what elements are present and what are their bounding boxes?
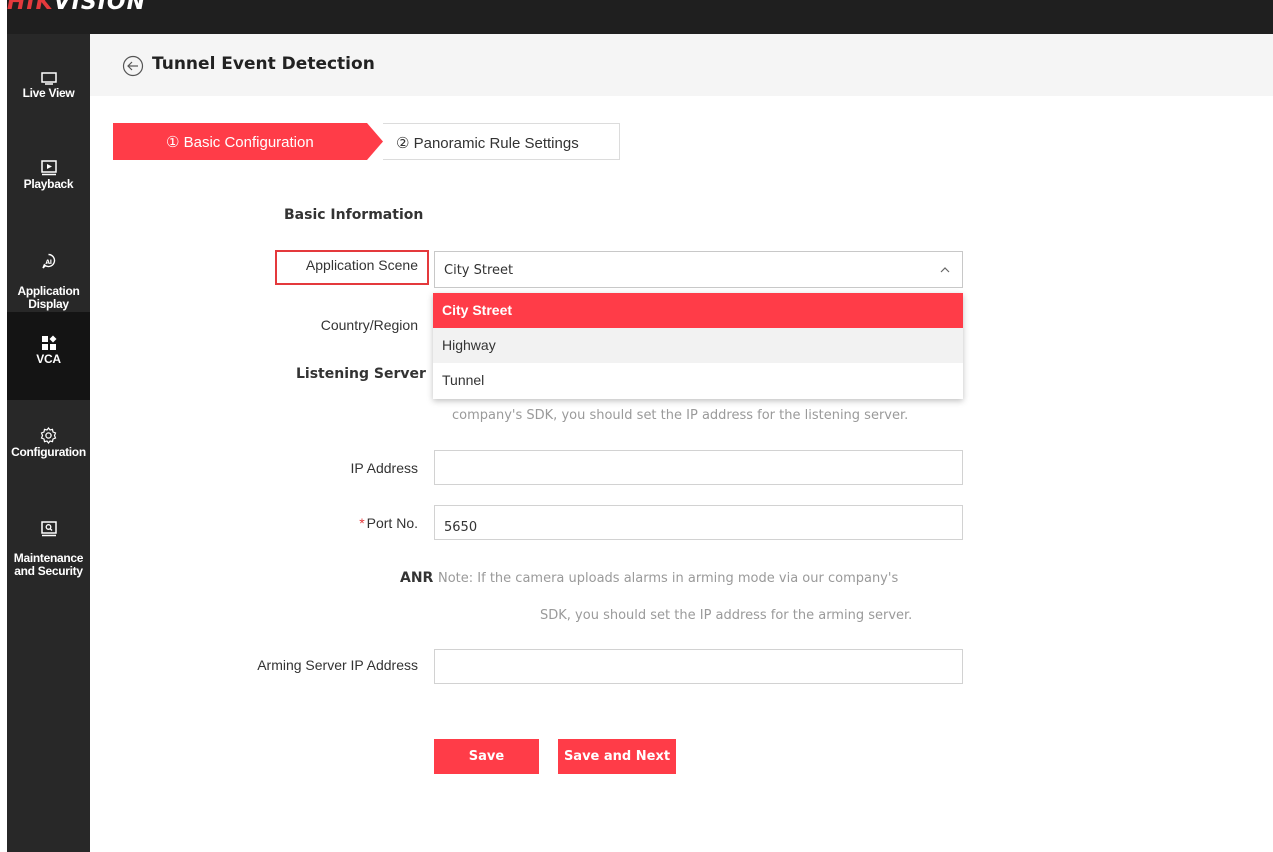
svg-text:AI: AI (45, 259, 51, 266)
listening-server-title: Listening Server (296, 366, 426, 382)
sidebar-item-label: Configuration (11, 445, 86, 459)
application-scene-select[interactable]: City Street (434, 251, 963, 288)
brand-logo: HIKVISION (7, 0, 147, 15)
sidebar: Live View Playback AI Application Displa… (7, 34, 90, 852)
save-button[interactable]: Save (434, 739, 539, 774)
sidebar-item-label: Live View (22, 86, 75, 100)
sidebar-item-live-view[interactable]: Live View (7, 71, 90, 100)
main-content: Tunnel Event Detection ① Basic Configura… (90, 34, 1273, 852)
sidebar-item-label: Playback (23, 177, 74, 191)
basic-information-title: Basic Information (284, 207, 424, 223)
port-no-input[interactable] (434, 505, 963, 540)
grid-icon (41, 335, 56, 350)
play-screen-icon (40, 160, 57, 176)
option-highway[interactable]: Highway (433, 328, 963, 363)
save-and-next-button[interactable]: Save and Next (558, 739, 676, 774)
sidebar-item-label: VCA (36, 352, 61, 366)
arming-server-ip-label: Arming Server IP Address (257, 657, 418, 673)
step-label: ② Panoramic Rule Settings (396, 135, 579, 152)
sidebar-item-vca[interactable]: VCA (7, 312, 90, 400)
application-scene-label: Application Scene (305, 257, 418, 273)
step-panoramic-rule-settings[interactable]: ② Panoramic Rule Settings (383, 123, 620, 160)
sidebar-item-maintenance-security[interactable]: Maintenance and Security (7, 508, 90, 591)
option-city-street[interactable]: City Street (433, 293, 963, 328)
step-label: ① Basic Configuration (166, 134, 314, 151)
required-mark: * (359, 515, 365, 531)
page-title: Tunnel Event Detection (152, 54, 375, 74)
sidebar-item-label: Maintenance and Security (13, 551, 84, 578)
application-scene-dropdown: City Street Highway Tunnel (433, 293, 963, 399)
country-region-label: Country/Region (320, 317, 418, 333)
sidebar-item-configuration[interactable]: Configuration (7, 427, 90, 459)
ip-address-label: IP Address (350, 460, 418, 476)
step-basic-configuration[interactable]: ① Basic Configuration (113, 123, 383, 160)
chevron-up-icon (940, 267, 950, 273)
page-header: Tunnel Event Detection (90, 34, 1273, 96)
back-arrow-icon[interactable] (122, 55, 144, 77)
listening-server-note: company's SDK, you should set the IP add… (452, 408, 909, 423)
gear-icon (40, 427, 57, 444)
sidebar-item-label: Application Display (17, 284, 80, 311)
option-tunnel[interactable]: Tunnel (433, 363, 963, 398)
monitor-icon (40, 72, 57, 85)
port-no-label: * Port No. (359, 515, 418, 531)
maintenance-icon (40, 521, 57, 537)
ai-icon: AI (42, 253, 56, 269)
ip-address-input[interactable] (434, 450, 963, 485)
anr-title: ANR (400, 570, 434, 586)
anr-note-line2: SDK, you should set the IP address for t… (540, 608, 913, 623)
top-bar: HIKVISION (7, 0, 1273, 34)
anr-note-line1: Note: If the camera uploads alarms in ar… (438, 571, 899, 586)
port-no-label-text: Port No. (366, 515, 418, 531)
sidebar-item-playback[interactable]: Playback (7, 160, 90, 191)
selected-value: City Street (444, 263, 514, 278)
arming-server-ip-input[interactable] (434, 649, 963, 684)
